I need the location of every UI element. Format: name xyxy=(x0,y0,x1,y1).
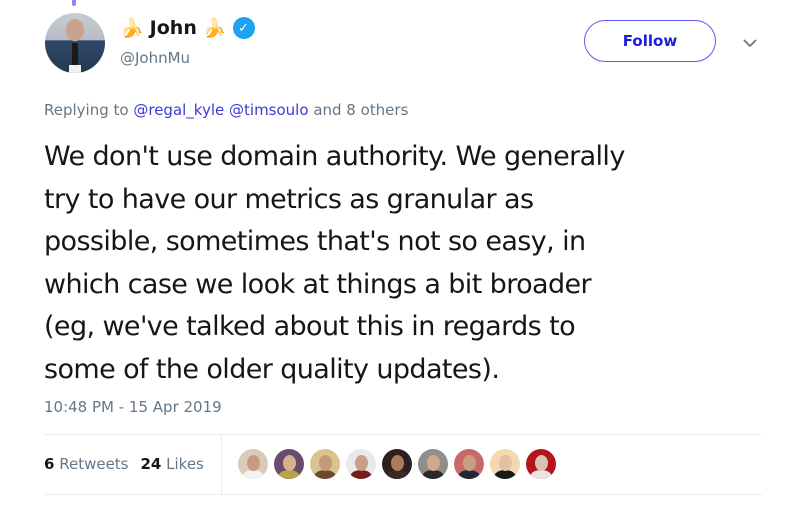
liker-body xyxy=(494,470,516,479)
tweet-text-line: possible, sometimes that's not so easy, … xyxy=(44,226,586,257)
liker-face xyxy=(499,455,512,471)
liker-face xyxy=(427,455,440,471)
thread-connector-line xyxy=(72,0,76,6)
liker-face xyxy=(463,455,476,471)
likes-label: Likes xyxy=(166,455,204,473)
tweet-text-line: which case we look at things a bit broad… xyxy=(44,268,592,300)
author-name-row[interactable]: 🍌 John 🍌 ✓ xyxy=(120,14,255,42)
tweet-text-line: try to have our metrics as granular as xyxy=(44,183,534,215)
liker-avatar[interactable] xyxy=(418,449,448,479)
liker-avatars xyxy=(238,449,556,479)
replying-others[interactable]: and 8 others xyxy=(313,101,408,119)
author-avatar[interactable] xyxy=(45,13,105,73)
liker-body xyxy=(458,470,480,479)
liker-face xyxy=(283,455,296,471)
liker-avatar[interactable] xyxy=(490,449,520,479)
chevron-down-icon xyxy=(743,38,757,47)
liker-face xyxy=(247,455,260,471)
likes-stat[interactable]: 24 Likes xyxy=(141,455,204,473)
tweet-text-line: (eg, we've talked about this in regards … xyxy=(44,311,576,342)
liker-body xyxy=(422,470,444,479)
vertical-divider xyxy=(221,435,222,494)
liker-avatar[interactable] xyxy=(238,449,268,479)
tweet-stats: 6 Retweets 24 Likes xyxy=(44,455,204,473)
liker-avatar[interactable] xyxy=(274,449,304,479)
avatar-badge xyxy=(69,65,81,73)
retweets-count: 6 xyxy=(44,455,55,473)
author-handle[interactable]: @JohnMu xyxy=(120,49,190,67)
tweet-menu-button[interactable] xyxy=(740,36,760,50)
liker-body xyxy=(530,470,552,479)
liker-avatar[interactable] xyxy=(526,449,556,479)
tweet-text-line: some of the older quality updates). xyxy=(44,353,500,385)
mention-link[interactable]: @regal_kyle xyxy=(133,101,224,119)
verified-badge-icon: ✓ xyxy=(232,17,255,39)
replying-to: Replying to @regal_kyle @timsoulo and 8 … xyxy=(44,101,408,119)
retweets-label: Retweets xyxy=(59,455,129,473)
banana-emoji-icon: 🍌 xyxy=(202,16,227,39)
tweet-text: We don't use domain authority. We genera… xyxy=(44,136,774,391)
divider xyxy=(44,434,762,435)
retweets-stat[interactable]: 6 Retweets xyxy=(44,455,129,473)
liker-face xyxy=(319,455,332,471)
tweet-timestamp[interactable]: 10:48 PM - 15 Apr 2019 xyxy=(44,398,222,416)
liker-body xyxy=(350,470,372,479)
liker-body xyxy=(314,470,336,479)
avatar-head xyxy=(66,19,84,41)
replying-prefix: Replying to xyxy=(44,101,129,119)
mention-link[interactable]: @timsoulo xyxy=(229,101,309,119)
follow-button[interactable]: Follow xyxy=(584,20,716,62)
banana-emoji-icon: 🍌 xyxy=(120,16,144,39)
liker-body xyxy=(242,470,264,479)
liker-face xyxy=(535,455,548,471)
liker-body xyxy=(278,470,300,479)
tweet-text-line: We don't use domain authority. We genera… xyxy=(44,141,625,172)
liker-face xyxy=(355,455,368,471)
liker-face xyxy=(391,455,404,471)
liker-avatar[interactable] xyxy=(346,449,376,479)
likes-count: 24 xyxy=(140,455,162,473)
liker-avatar[interactable] xyxy=(454,449,484,479)
liker-avatar[interactable] xyxy=(382,449,412,479)
author-display-name[interactable]: John xyxy=(150,17,197,39)
divider xyxy=(44,494,762,495)
liker-avatar[interactable] xyxy=(310,449,340,479)
liker-body xyxy=(386,470,408,479)
